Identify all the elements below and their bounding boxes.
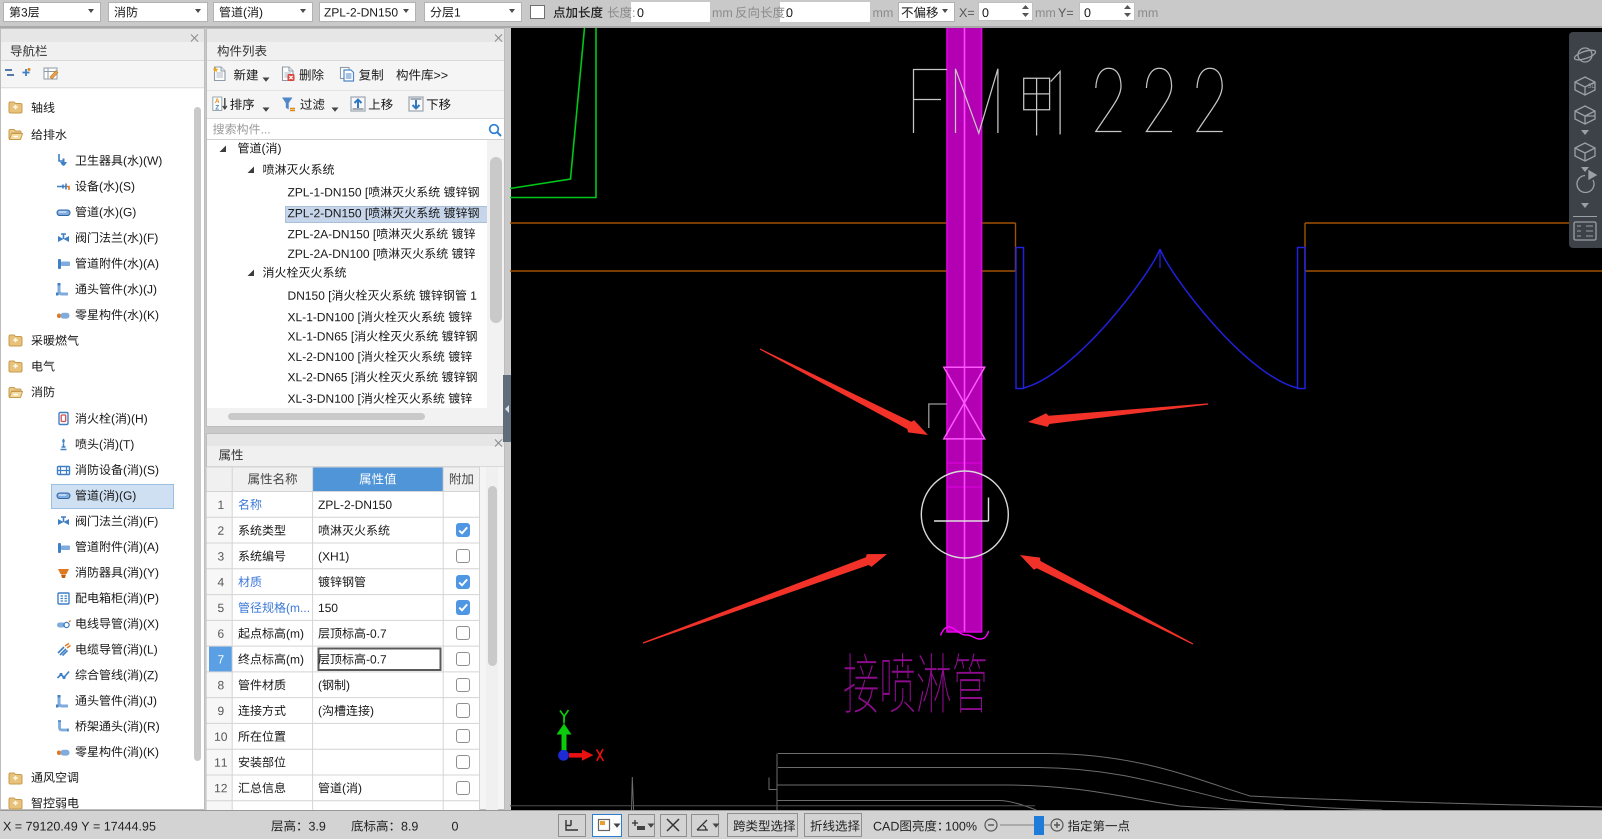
svg-text:Z: Z [215,104,219,111]
svg-text:3D: 3D [1588,84,1596,90]
